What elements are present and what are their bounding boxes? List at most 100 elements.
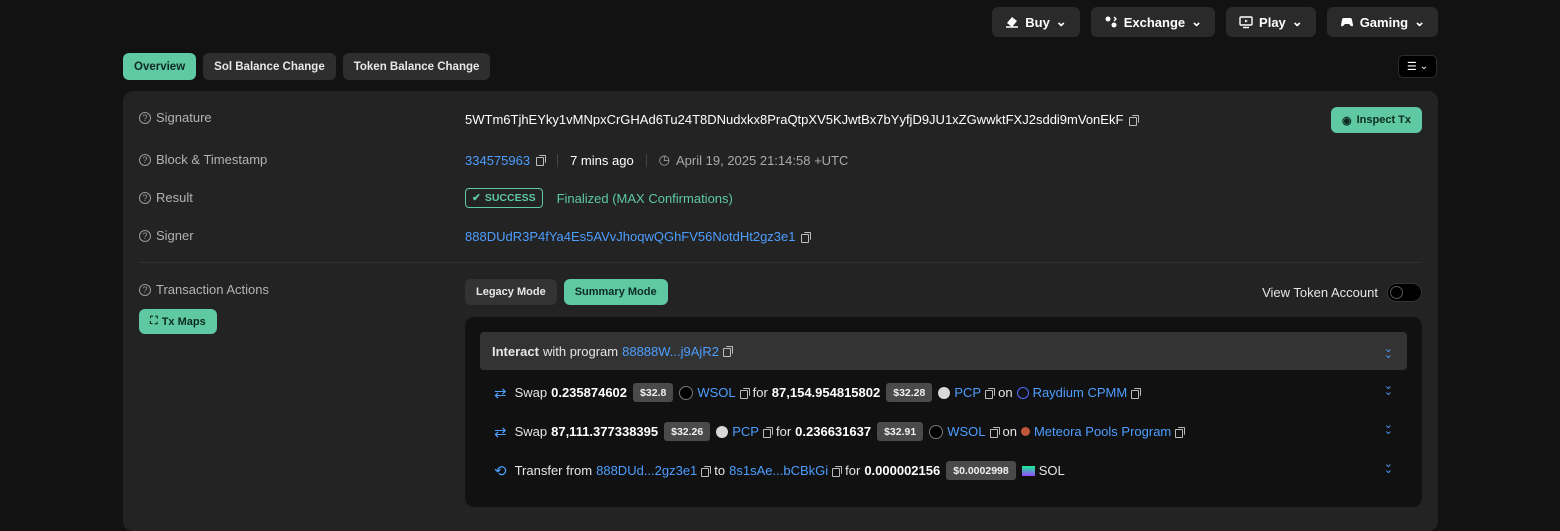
- play-menu-button[interactable]: Play ⌄: [1226, 7, 1316, 37]
- to-address-link[interactable]: 8s1sAe...bCBkGi: [729, 463, 828, 478]
- block-number-link[interactable]: 334575963: [465, 153, 530, 168]
- pcp-token-icon: [938, 386, 951, 399]
- help-icon: ?: [139, 229, 151, 242]
- chevron-down-icon: ⌄: [1055, 14, 1067, 29]
- transaction-actions-list: Interact with program 88888W...j9AjR2 ⌄ ⌄…: [465, 317, 1422, 507]
- eye-icon: ◉: [1341, 114, 1352, 127]
- double-chevron-down-icon[interactable]: ⌄ ⌄: [1384, 344, 1393, 361]
- finality-status: Finalized (MAX Confirmations): [556, 190, 733, 206]
- block-label: Block & Timestamp: [156, 152, 268, 167]
- chevron-down-icon: ⌄: [1291, 14, 1303, 29]
- tab-bar: Overview Sol Balance Change Token Balanc…: [123, 53, 491, 80]
- block-age: 7 mins ago: [570, 152, 634, 168]
- token-link[interactable]: PCP: [732, 424, 759, 439]
- inspect-tx-button[interactable]: ◉ Inspect Tx: [1330, 107, 1422, 133]
- signature-value-row: 5WTm6TjhEYky1vMNpxCrGHAd6Tu24T8DNudxkx8P…: [465, 112, 1140, 127]
- chevron-down-icon: ⌄: [1414, 14, 1425, 29]
- copy-icon[interactable]: [722, 346, 733, 357]
- signer-label-row: ? Signer: [139, 228, 194, 243]
- signer-link[interactable]: 888DUdR3P4fYa4Es5AVvJhoqwQGhFV56NotdHt2g…: [465, 229, 795, 244]
- wsol-token-icon: [679, 385, 694, 400]
- divider: [645, 153, 647, 167]
- tx-maps-button[interactable]: ⛶ Tx Maps: [139, 309, 217, 334]
- usd-value-badge: $32.28: [886, 383, 933, 402]
- view-options-button[interactable]: ☰ ⌄: [1398, 55, 1437, 78]
- success-badge: ✔ SUCCESS: [465, 188, 543, 208]
- transaction-actions-label: Transaction Actions: [156, 282, 269, 297]
- copy-icon[interactable]: [762, 426, 773, 438]
- signature-label: Signature: [156, 110, 212, 125]
- amount-in: 0.235874602: [551, 385, 628, 400]
- program-link[interactable]: 88888W...j9AjR2: [622, 344, 719, 359]
- double-chevron-down-icon[interactable]: ⌄ ⌄: [1384, 459, 1393, 476]
- for-word: for: [775, 424, 792, 439]
- view-token-account-label: View Token Account: [1262, 285, 1378, 300]
- usd-value-badge: $32.91: [877, 422, 924, 441]
- signature-label-row: ? Signature: [139, 110, 212, 125]
- copy-icon[interactable]: [1175, 426, 1186, 438]
- token-link[interactable]: WSOL: [947, 424, 985, 439]
- copy-icon[interactable]: [989, 426, 1000, 438]
- from-address-link[interactable]: 888DUd...2gz3e1: [596, 463, 697, 478]
- token-link[interactable]: PCP: [954, 385, 981, 400]
- inspect-tx-label: Inspect Tx: [1356, 114, 1411, 126]
- copy-icon[interactable]: [701, 465, 712, 477]
- venue-link[interactable]: Meteora Pools Program: [1034, 424, 1171, 439]
- action-verb: Swap: [514, 385, 548, 400]
- buy-label: Buy: [1025, 14, 1050, 30]
- check-circle-icon: ✔: [472, 192, 481, 204]
- token-link[interactable]: WSOL: [697, 385, 735, 400]
- signature-value: 5WTm6TjhEYky1vMNpxCrGHAd6Tu24T8DNudxkx8P…: [465, 112, 1124, 127]
- copy-icon[interactable]: [536, 155, 547, 166]
- help-icon: ?: [139, 153, 151, 166]
- map-icon: ⛶: [150, 315, 158, 327]
- result-label: Result: [156, 190, 193, 205]
- copy-icon[interactable]: [1129, 114, 1140, 126]
- action-row-transfer: ⟲ Transfer from 888DUd...2gz3e1 to 8s1sA…: [494, 459, 1407, 480]
- venue-link[interactable]: Raydium CPMM: [1033, 385, 1128, 400]
- copy-icon[interactable]: [739, 387, 750, 399]
- help-icon: ?: [139, 111, 151, 124]
- amount-out: 0.236631637: [795, 424, 872, 439]
- meteora-icon: [1020, 427, 1030, 436]
- play-label: Play: [1259, 14, 1286, 30]
- block-label-row: ? Block & Timestamp: [139, 152, 267, 167]
- signer-value-row: 888DUdR3P4fYa4Es5AVvJhoqwQGhFV56NotdHt2g…: [465, 229, 812, 244]
- tab-token-balance-change[interactable]: Token Balance Change: [342, 53, 491, 80]
- interact-label: Interact: [492, 343, 539, 359]
- block-timestamp: April 19, 2025 21:14:58 +UTC: [676, 152, 849, 168]
- copy-icon[interactable]: [985, 387, 996, 399]
- transaction-overview-panel: ◉ Inspect Tx ? Signature 5WTm6TjhEYky1vM…: [123, 91, 1438, 531]
- double-chevron-down-icon[interactable]: ⌄ ⌄: [1384, 420, 1393, 437]
- copy-icon[interactable]: [832, 465, 843, 477]
- copy-icon[interactable]: [801, 231, 812, 243]
- legacy-mode-button[interactable]: Legacy Mode: [465, 279, 557, 305]
- exchange-menu-button[interactable]: Exchange ⌄: [1090, 7, 1216, 37]
- view-token-account-switch[interactable]: [1387, 283, 1422, 302]
- for-word: for: [752, 385, 768, 400]
- action-row-swap-2: ⇄ Swap 87,111.377338395 $32.26 PCP for 0…: [494, 420, 1407, 441]
- usd-value-badge: $0.0002998: [946, 461, 1016, 480]
- buy-menu-button[interactable]: Buy ⌄: [992, 7, 1080, 37]
- swap-icon: ⇄: [494, 384, 507, 402]
- tab-sol-balance-change[interactable]: Sol Balance Change: [203, 53, 336, 80]
- result-value-row: ✔ SUCCESS Finalized (MAX Confirmations): [465, 188, 733, 208]
- action-row-swap-1: ⇄ Swap 0.235874602 $32.8 WSOL for 87,154…: [494, 381, 1407, 402]
- interact-program-header[interactable]: Interact with program 88888W...j9AjR2 ⌄ ⌄: [480, 332, 1407, 370]
- buy-icon: [1006, 17, 1019, 28]
- double-chevron-down-icon[interactable]: ⌄ ⌄: [1384, 381, 1393, 398]
- tab-overview[interactable]: Overview: [123, 53, 197, 80]
- chevron-down-icon: ⌄: [1419, 61, 1429, 72]
- signer-label: Signer: [156, 228, 194, 243]
- for-word: for: [845, 463, 861, 478]
- view-token-account-toggle-row: View Token Account: [1262, 283, 1422, 302]
- transfer-icon: ⟲: [494, 462, 507, 480]
- amount-in: 87,111.377338395: [551, 424, 659, 439]
- pcp-token-icon: [716, 425, 729, 438]
- gaming-menu-button[interactable]: Gaming ⌄: [1326, 7, 1438, 37]
- copy-icon[interactable]: [1131, 387, 1142, 399]
- result-label-row: ? Result: [139, 190, 193, 205]
- summary-mode-button[interactable]: Summary Mode: [563, 279, 668, 305]
- clock-icon: ◷: [658, 152, 671, 167]
- token-symbol: SOL: [1038, 463, 1065, 478]
